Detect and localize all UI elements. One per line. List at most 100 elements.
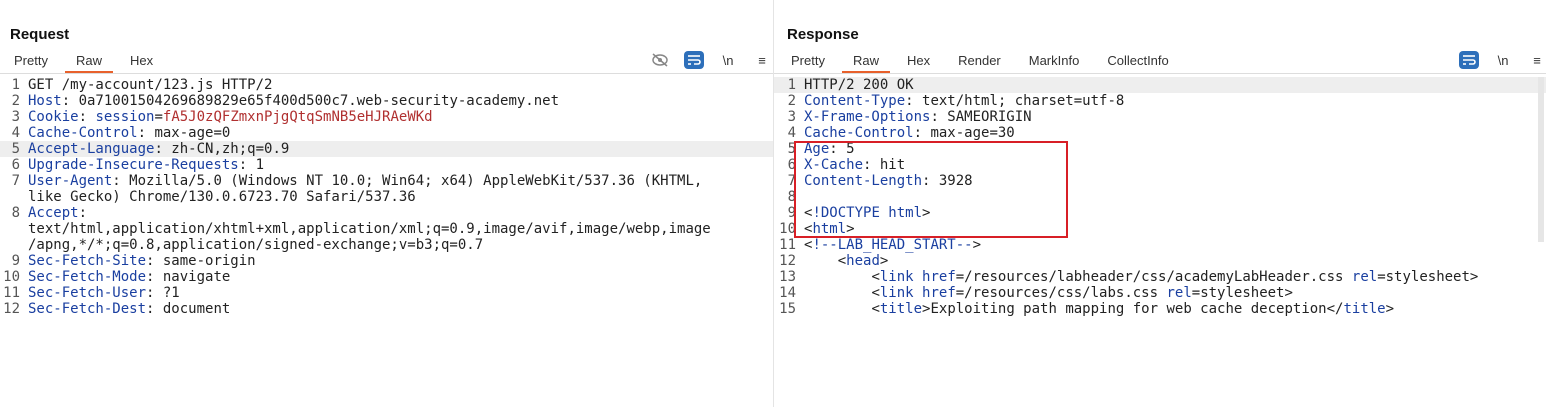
code-line: /apng,*/*;q=0.8,application/signed-excha… (0, 237, 773, 253)
code-line: text/html,application/xhtml+xml,applicat… (0, 221, 773, 237)
line-number: 2 (11, 93, 20, 109)
line-text: /apng,*/*;q=0.8,application/signed-excha… (28, 237, 484, 253)
word-wrap-button[interactable] (684, 51, 704, 69)
html-attr: rel (1351, 269, 1378, 285)
line-number: 7 (787, 173, 796, 189)
tab-render[interactable]: Render (944, 49, 1015, 73)
line-number: 2 (787, 93, 796, 109)
line-content: GET /my-account/123.js HTTP/2 (20, 77, 272, 93)
code-line: 8 Accept: (0, 205, 773, 221)
line-number: 13 (779, 269, 796, 285)
line-text: HTTP/2 200 OK (804, 77, 914, 93)
code-line: 3 Cookie: session=fA5J0zQFZmxnPjgQtqSmNB5… (0, 109, 773, 125)
html-tag: head (846, 253, 880, 269)
line-content: Sec-Fetch-User: ?1 (20, 285, 180, 301)
request-editor[interactable]: 1 GET /my-account/123.js HTTP/2 2 Host: 0a7… (0, 77, 773, 407)
tab-hex[interactable]: Hex (893, 49, 944, 73)
response-pane: Response Pretty Raw Hex Render MarkInfo … (774, 0, 1546, 407)
tab-collectinfo[interactable]: CollectInfo (1093, 49, 1182, 73)
menu-icon[interactable]: ≡ (1527, 51, 1546, 69)
word-wrap-button[interactable] (1459, 51, 1479, 69)
tab-underline-divider (774, 73, 1546, 74)
html-text: < (871, 269, 880, 285)
code-line: like Gecko) Chrome/130.0.6723.70 Safari/… (0, 189, 773, 205)
menu-icon[interactable]: ≡ (752, 51, 772, 69)
code-line: 4 Cache-Control: max-age=30 (774, 125, 1546, 141)
line-text: text/html,application/xhtml+xml,applicat… (28, 221, 711, 237)
request-pane: Request Pretty Raw Hex \n ≡ 1 GET /my-acc… (0, 0, 773, 407)
line-text: GET /my-account/123.js HTTP/2 (28, 77, 273, 93)
response-editor[interactable]: 1 HTTP/2 200 OK 2 Content-Type: text/html; … (774, 77, 1546, 407)
html-tag: link (879, 269, 923, 285)
line-content: X-Frame-Options: SAMEORIGIN (796, 109, 1032, 125)
code-line: 4 Cache-Control: max-age=0 (0, 125, 773, 141)
separator: : (930, 109, 948, 125)
code-line: 7 User-Agent: Mozilla/5.0 (Windows NT 10.… (0, 173, 773, 189)
response-title: Response (787, 26, 859, 43)
code-line: 12 <head> (774, 253, 1546, 269)
header-value: max-age=0 (154, 125, 231, 141)
separator: : (913, 125, 931, 141)
line-number: 4 (787, 125, 796, 141)
header-value: zh-CN,zh;q=0.9 (171, 141, 290, 157)
code-line: 11 <!--LAB_HEAD_START--> (774, 237, 1546, 253)
html-text: =stylesheet> (1377, 269, 1479, 285)
line-content: <title>Exploiting path mapping for web c… (796, 301, 1394, 317)
html-tag: title (1343, 301, 1386, 317)
tab-raw[interactable]: Raw (839, 49, 893, 73)
line-number: 10 (3, 269, 20, 285)
code-line: 15 <title>Exploiting path mapping for we… (774, 301, 1546, 317)
tab-raw[interactable]: Raw (62, 49, 116, 73)
line-number (0, 237, 20, 253)
line-content: User-Agent: Mozilla/5.0 (Windows NT 10.0… (20, 173, 702, 189)
line-content: Host: 0a71001504269689829e65f400d500c7.w… (20, 93, 559, 109)
line-number: 8 (11, 205, 20, 221)
code-line: 6 Upgrade-Insecure-Requests: 1 (0, 157, 773, 173)
cookie-name: session (95, 109, 155, 125)
html-tag: !--LAB_HEAD_START-- (812, 237, 973, 253)
header-name: Sec-Fetch-User (28, 285, 147, 301)
tab-markinfo[interactable]: MarkInfo (1015, 49, 1094, 73)
response-toolbar: \n ≡ (1459, 51, 1546, 69)
newline-toggle-button[interactable]: \n (1493, 51, 1513, 69)
line-content: Accept: (20, 205, 95, 221)
separator: : (61, 93, 79, 109)
line-number (0, 189, 20, 205)
code-line: 9 Sec-Fetch-Site: same-origin (0, 253, 773, 269)
html-text: =/resources/css/labs.css (955, 285, 1167, 301)
newline-toggle-button[interactable]: \n (718, 51, 738, 69)
header-name: Accept-Language (28, 141, 155, 157)
line-content: Sec-Fetch-Site: same-origin (20, 253, 256, 269)
line-content: /apng,*/*;q=0.8,application/signed-excha… (20, 237, 483, 253)
line-number: 9 (11, 253, 20, 269)
line-content: like Gecko) Chrome/130.0.6723.70 Safari/… (20, 189, 416, 205)
separator: : (146, 301, 163, 317)
line-content: <!--LAB_HEAD_START--> (796, 237, 981, 253)
html-text: =stylesheet> (1191, 285, 1293, 301)
html-text: > (879, 253, 889, 269)
header-value: session=fA5J0zQFZmxnPjgQtqSmNB5eHJRAeWKd (95, 109, 432, 125)
line-text: like Gecko) Chrome/130.0.6723.70 Safari/… (28, 189, 416, 205)
tab-pretty[interactable]: Pretty (777, 49, 839, 73)
separator: : (137, 125, 155, 141)
code-line: 2 Content-Type: text/html; charset=utf-8 (774, 93, 1546, 109)
html-text: < (837, 253, 847, 269)
tab-hex[interactable]: Hex (116, 49, 167, 73)
header-value: 1 (255, 157, 265, 173)
response-tabs: Pretty Raw Hex Render MarkInfo CollectIn… (777, 49, 1183, 73)
line-content: Content-Type: text/html; charset=utf-8 (796, 93, 1124, 109)
separator: : (78, 109, 96, 125)
html-attr: href (922, 269, 956, 285)
code-line: 12 Sec-Fetch-Dest: document (0, 301, 773, 317)
hide-nonprinting-button[interactable] (650, 51, 670, 69)
eye-off-icon (652, 53, 668, 67)
line-number: 10 (779, 221, 796, 237)
html-tag: title (879, 301, 923, 317)
separator: : (78, 205, 96, 221)
line-content: Cookie: session=fA5J0zQFZmxnPjgQtqSmNB5e… (20, 109, 433, 125)
editor-scrollbar[interactable] (1538, 77, 1544, 242)
tab-pretty[interactable]: Pretty (0, 49, 62, 73)
html-text: >Exploiting path mapping for web cache d… (922, 301, 1344, 317)
code-line: 5 Accept-Language: zh-CN,zh;q=0.9 (0, 141, 773, 157)
